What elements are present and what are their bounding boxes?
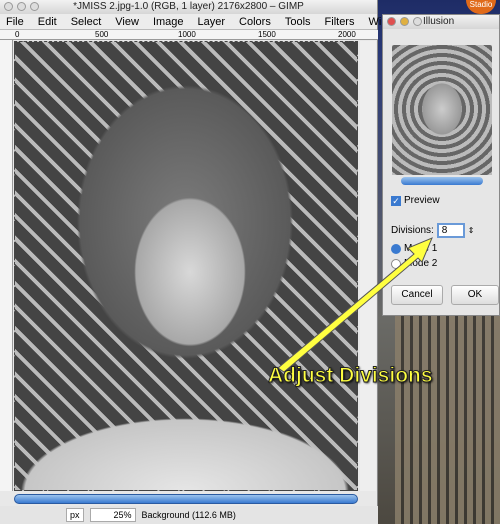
arrow-shape	[277, 237, 433, 373]
annotation-arrow	[277, 237, 433, 373]
annotation-text: Adjust Divisions	[268, 364, 434, 388]
